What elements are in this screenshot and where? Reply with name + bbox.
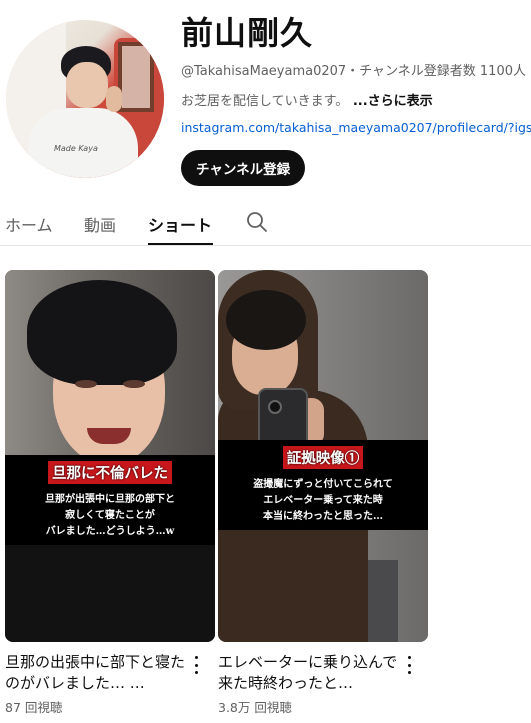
- tab-videos[interactable]: 動画: [84, 212, 116, 236]
- thumbnail-eye: [123, 380, 145, 388]
- caption-line: 寂しくて寝たことが: [65, 510, 155, 521]
- channel-tabs: ホーム 動画 ショート: [0, 200, 531, 246]
- short-thumbnail-1[interactable]: 旦那に不倫バレた 旦那が出張中に旦那の部下と 寂しくて寝たことが バレました…ど…: [5, 270, 215, 642]
- thumbnail-caption: 証拠映像① 盗撮魔にずっと付いてこられて エレベーター乗って来た時 本当に終わっ…: [218, 440, 428, 530]
- thumbnail-hair: [27, 280, 177, 385]
- caption-line: 旦那が出張中に旦那の部下と: [45, 494, 175, 505]
- caption-line: バレました…どうしよう…w: [45, 526, 175, 537]
- thumbnail-eye: [75, 380, 97, 388]
- channel-avatar[interactable]: Made Kaya: [6, 20, 164, 178]
- tab-shorts[interactable]: ショート: [148, 212, 212, 236]
- tab-home[interactable]: ホーム: [5, 212, 53, 236]
- avatar-frame: [118, 42, 154, 112]
- caption-title: 証拠映像①: [282, 446, 364, 469]
- avatar-face: [66, 62, 108, 108]
- more-options-icon[interactable]: [191, 654, 201, 676]
- phone-icon: [258, 388, 308, 448]
- caption-line: 盗撮魔にずっと付いてこられて: [253, 479, 393, 490]
- thumbnail-caption: 旦那に不倫バレた 旦那が出張中に旦那の部下と 寂しくて寝たことが バレました…ど…: [5, 455, 215, 545]
- channel-description-text: お芝居を配信していきます。: [181, 94, 349, 109]
- channel-name: 前山剛久: [181, 14, 314, 52]
- short-views-2: 3.8万 回視聴: [218, 700, 292, 715]
- search-icon[interactable]: [246, 211, 268, 233]
- caption-line: 本当に終わったと思った…: [263, 511, 383, 522]
- short-title-1[interactable]: 旦那の出張中に部下と寝たのがバレました… …: [5, 652, 185, 694]
- active-tab-indicator: [148, 243, 213, 245]
- subscribe-button[interactable]: チャンネル登録: [181, 150, 306, 186]
- camera-lens-icon: [268, 400, 282, 414]
- avatar-shirt-print: Made Kaya: [54, 144, 98, 153]
- caption-title: 旦那に不倫バレた: [48, 461, 172, 484]
- short-title-2[interactable]: エレベーターに乗り込んで来た時終わったと…: [218, 652, 398, 694]
- channel-handle-subscribers: @TakahisaMaeyama0207・チャンネル登録者数 1100人: [181, 64, 526, 79]
- avatar-body: [28, 108, 138, 178]
- short-views-1: 87 回視聴: [5, 700, 63, 715]
- channel-external-link[interactable]: instagram.com/takahisa_maeyama0207/profi…: [181, 120, 531, 135]
- short-thumbnail-2[interactable]: 証拠映像① 盗撮魔にずっと付いてこられて エレベーター乗って来た時 本当に終わっ…: [218, 270, 428, 642]
- thumbnail-hair: [226, 290, 306, 350]
- caption-line: エレベーター乗って来た時: [263, 495, 383, 506]
- more-options-icon[interactable]: [404, 654, 414, 676]
- channel-header: Made Kaya 前山剛久 @TakahisaMaeyama0207・チャンネ…: [0, 0, 531, 200]
- channel-description[interactable]: お芝居を配信していきます。 ...さらに表示: [181, 90, 433, 109]
- show-more-link[interactable]: ...さらに表示: [348, 94, 433, 109]
- avatar-hand: [106, 86, 122, 112]
